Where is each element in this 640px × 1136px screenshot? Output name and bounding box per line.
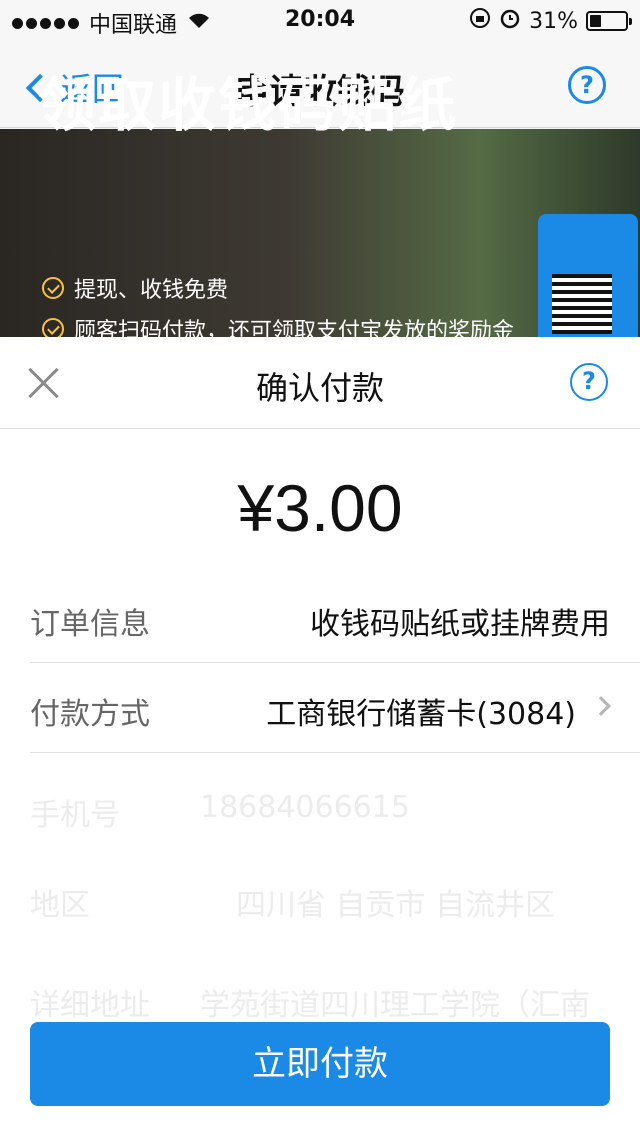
bg-region-label: 地区 [30, 888, 90, 923]
promo-banner [0, 129, 640, 337]
qr-sticker-image [538, 214, 638, 337]
payment-amount: ¥3.00 [237, 471, 403, 545]
battery-icon [586, 11, 632, 31]
pay-now-button[interactable]: 立即付款 [30, 1022, 610, 1106]
sheet-header: 确认付款 ? [0, 337, 640, 429]
bg-address-label: 详细地址 [30, 988, 150, 1023]
question-circle-icon[interactable]: ? [570, 363, 608, 401]
order-info-label: 订单信息 [30, 607, 150, 642]
bg-region-value: 四川省 自贡市 自流井区 [236, 888, 556, 923]
battery-percent: 31% [529, 8, 578, 34]
payment-method-row[interactable]: 付款方式 工商银行储蓄卡(3084) [30, 663, 640, 753]
order-info-value: 收钱码贴纸或挂牌费用 [310, 607, 610, 642]
alarm-icon [499, 7, 521, 35]
banner-bullet: 提现、收钱免费 [42, 272, 228, 304]
banner-title: 领取收钱码贴纸 [38, 71, 459, 139]
bg-phone-value: 18684066615 [200, 790, 410, 825]
rotation-lock-icon [469, 7, 491, 35]
status-bar: 中国联通 20:04 31% [0, 0, 640, 40]
chevron-right-icon [591, 696, 611, 716]
payment-sheet: 手机号 18684066615 地区 四川省 自贡市 自流井区 详细地址 学苑街… [0, 337, 640, 1136]
bg-phone-label: 手机号 [30, 798, 120, 833]
question-circle-icon[interactable]: ? [568, 66, 606, 104]
payment-method-value: 工商银行储蓄卡(3084) [266, 697, 576, 732]
sheet-title: 确认付款 [255, 369, 384, 407]
payment-method-label: 付款方式 [30, 697, 150, 732]
check-circle-icon [42, 277, 64, 299]
order-info-row: 订单信息 收钱码贴纸或挂牌费用 [30, 573, 640, 663]
